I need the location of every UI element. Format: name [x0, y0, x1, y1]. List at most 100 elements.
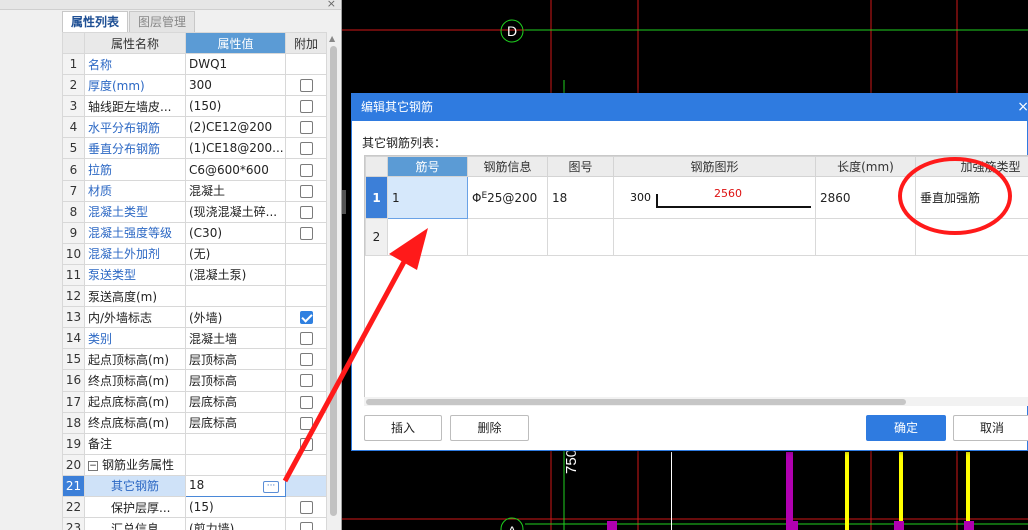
header-length[interactable]: 长度(mm) — [815, 156, 916, 177]
table-row[interactable]: 18 终点底标高(m) 层底标高 — [62, 411, 327, 434]
row-index[interactable]: 22 — [62, 495, 85, 519]
delete-button[interactable]: 删除 — [450, 415, 529, 441]
row-index[interactable]: 7 — [62, 179, 85, 202]
row-index[interactable]: 5 — [62, 137, 85, 160]
row-index[interactable]: 11 — [62, 263, 85, 287]
property-name[interactable]: 类别 — [84, 327, 186, 350]
attach-checkbox[interactable] — [299, 205, 313, 219]
property-value[interactable]: (无) — [185, 242, 286, 265]
property-name[interactable]: 混凝土外加剂 — [84, 242, 186, 265]
attach-checkbox[interactable] — [299, 374, 313, 388]
property-name[interactable]: 汇总信息 — [84, 517, 186, 530]
property-name[interactable]: 拉筋 — [84, 158, 186, 181]
row-index[interactable]: 8 — [62, 200, 85, 223]
row-index[interactable]: 16 — [62, 369, 85, 392]
property-name[interactable]: 保护层厚... — [84, 495, 186, 519]
property-value[interactable]: 300 — [185, 74, 286, 97]
ok-button[interactable]: 确定 — [866, 415, 946, 441]
property-value[interactable]: (1)CE18@200... — [185, 137, 286, 160]
property-value[interactable]: 混凝土墙 — [185, 327, 286, 350]
tab-layer-management[interactable]: 图层管理 — [129, 11, 196, 32]
property-name[interactable]: 内/外墙标志 — [84, 306, 186, 329]
row-index[interactable]: 12 — [62, 285, 85, 308]
table-row[interactable]: 8 混凝土类型 (现浇混凝土碎... — [62, 200, 327, 223]
row-index[interactable]: 17 — [62, 390, 85, 413]
attach-checkbox[interactable] — [299, 501, 313, 515]
header-rebar-info[interactable]: 钢筋信息 — [467, 156, 548, 177]
table-row[interactable]: 2 — [365, 218, 1028, 256]
row-index[interactable]: 20 — [62, 453, 85, 476]
grid-horizontal-scrollbar[interactable] — [364, 397, 1028, 406]
property-name[interactable]: 垂直分布钢筋 — [84, 137, 186, 160]
property-value[interactable]: C6@600*600 — [185, 158, 286, 181]
property-name[interactable]: 名称 — [84, 52, 186, 76]
cell-length[interactable] — [815, 218, 916, 256]
attach-checkbox[interactable] — [299, 311, 313, 325]
property-name[interactable]: 终点顶标高(m) — [84, 369, 186, 392]
property-value[interactable]: 18 ··· — [185, 474, 286, 497]
cell-figure-number[interactable] — [547, 218, 614, 256]
close-icon[interactable]: × — [1017, 94, 1028, 121]
property-name[interactable]: − 钢筋业务属性 — [84, 453, 186, 476]
table-row[interactable]: 2 厚度(mm) 300 — [62, 74, 327, 97]
attach-checkbox[interactable] — [299, 437, 313, 451]
property-value[interactable]: (15) — [185, 495, 286, 519]
property-value[interactable] — [185, 285, 286, 308]
row-index[interactable]: 10 — [62, 242, 85, 265]
table-row[interactable]: 3 轴线距左墙皮... (150) — [62, 95, 327, 118]
property-value[interactable] — [185, 432, 286, 455]
property-name[interactable]: 终点底标高(m) — [84, 411, 186, 434]
cell-bar-number[interactable]: 1 — [387, 176, 468, 219]
table-row[interactable]: 11 泵送类型 (混凝土泵) — [62, 263, 327, 287]
splitter-handle[interactable] — [342, 190, 346, 214]
property-name[interactable]: 水平分布钢筋 — [84, 116, 186, 139]
attach-checkbox[interactable] — [299, 100, 313, 114]
table-row[interactable]: 15 起点顶标高(m) 层顶标高 — [62, 348, 327, 371]
table-row[interactable]: 17 起点底标高(m) 层底标高 — [62, 390, 327, 413]
cell-rebar-info[interactable]: ΦE25@200 — [467, 176, 548, 219]
property-value[interactable]: 混凝土 — [185, 179, 286, 202]
row-index[interactable]: 6 — [62, 158, 85, 181]
attach-checkbox[interactable] — [299, 522, 313, 530]
property-value[interactable]: (剪力墙) — [185, 517, 286, 530]
table-row[interactable]: 22 保护层厚... (15) — [62, 495, 327, 519]
header-reinforcement-type[interactable]: 加强筋类型 — [915, 156, 1028, 177]
table-row[interactable]: 1 1 ΦE25@200 18 300 2560 2860 垂直加强筋 — [365, 176, 1028, 219]
attach-checkbox[interactable] — [299, 416, 313, 430]
cell-rebar-info[interactable] — [467, 218, 548, 256]
property-name[interactable]: 轴线距左墙皮... — [84, 95, 186, 118]
property-value[interactable]: 层顶标高 — [185, 369, 286, 392]
table-row[interactable]: 4 水平分布钢筋 (2)CE12@200 — [62, 116, 327, 139]
cell-figure-number[interactable]: 18 — [547, 176, 614, 219]
property-value[interactable]: (现浇混凝土碎... — [185, 200, 286, 223]
attach-checkbox[interactable] — [299, 332, 313, 346]
scroll-thumb[interactable] — [366, 399, 906, 405]
table-row[interactable]: 21 其它钢筋 18 ··· — [62, 474, 327, 497]
panel-close-icon[interactable]: × — [327, 0, 336, 10]
scroll-thumb[interactable] — [330, 46, 337, 516]
property-name[interactable]: 泵送高度(m) — [84, 285, 186, 308]
attach-checkbox[interactable] — [299, 226, 313, 240]
table-row[interactable]: 12 泵送高度(m) — [62, 285, 327, 308]
row-index[interactable]: 13 — [62, 306, 85, 329]
header-property-name[interactable]: 属性名称 — [84, 32, 186, 54]
property-name[interactable]: 泵送类型 — [84, 263, 186, 287]
cell-rebar-shape[interactable]: 300 2560 — [613, 176, 816, 219]
property-name[interactable]: 起点底标高(m) — [84, 390, 186, 413]
attach-checkbox[interactable] — [299, 395, 313, 409]
row-index[interactable]: 19 — [62, 432, 85, 455]
row-index[interactable]: 4 — [62, 116, 85, 139]
row-number[interactable]: 1 — [365, 176, 388, 219]
property-value[interactable] — [185, 453, 286, 476]
table-row[interactable]: 5 垂直分布钢筋 (1)CE18@200... — [62, 137, 327, 160]
property-name[interactable]: 其它钢筋 — [84, 474, 186, 497]
property-value[interactable]: (混凝土泵) — [185, 263, 286, 287]
table-row[interactable]: 16 终点顶标高(m) 层顶标高 — [62, 369, 327, 392]
table-row[interactable]: 1 名称 DWQ1 — [62, 52, 327, 76]
table-row[interactable]: 14 类别 混凝土墙 — [62, 327, 327, 350]
cancel-button[interactable]: 取消 — [953, 415, 1028, 441]
row-number[interactable]: 2 — [365, 218, 388, 256]
header-property-value[interactable]: 属性值 — [185, 32, 286, 54]
row-index[interactable]: 21 — [62, 474, 85, 497]
property-name[interactable]: 厚度(mm) — [84, 74, 186, 97]
